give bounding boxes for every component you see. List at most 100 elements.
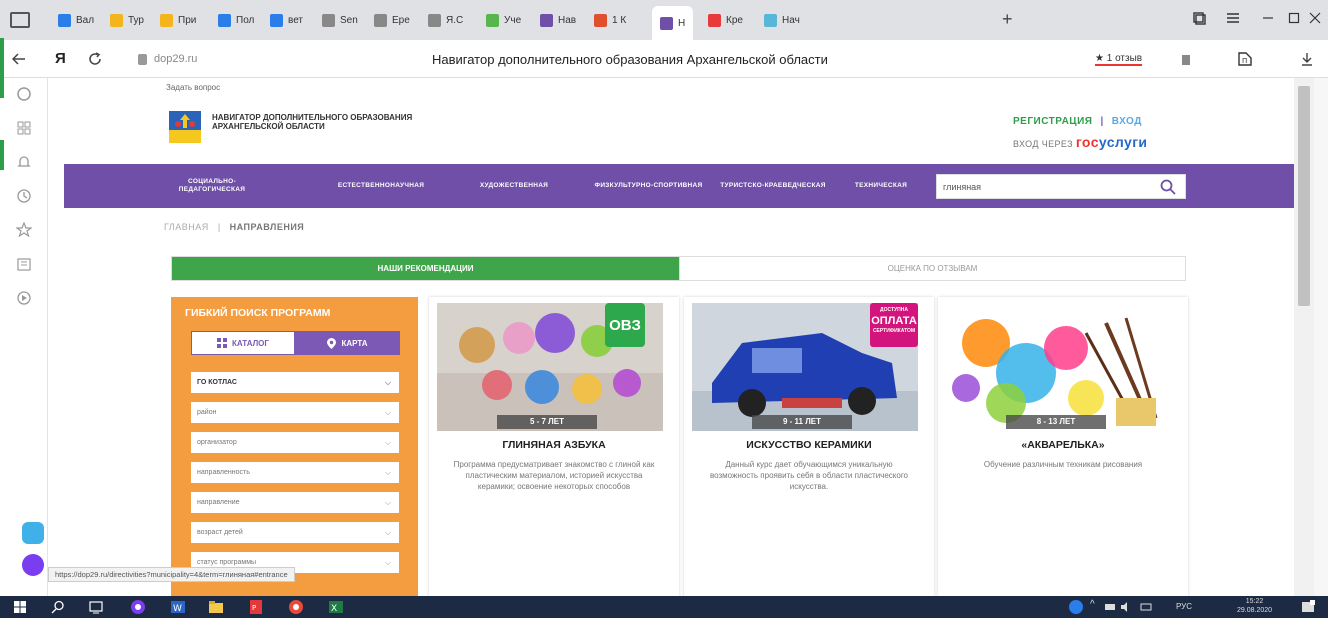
ask-question-link[interactable]: Задать вопрос [166, 83, 220, 92]
collections-icon[interactable] [1192, 11, 1206, 25]
back-icon[interactable] [12, 53, 26, 65]
download-icon[interactable] [1300, 52, 1314, 66]
search-icon[interactable] [50, 599, 66, 615]
search-input[interactable]: глиняная [943, 182, 981, 192]
browser-tab[interactable]: вет [270, 8, 303, 32]
filter-title: ГИБКИЙ ПОИСК ПРОГРАММ [185, 307, 331, 319]
menu-art[interactable]: ХУДОЖЕСТВЕННАЯ [452, 164, 576, 208]
map-button[interactable]: КАРТА [295, 331, 400, 355]
maximize-icon[interactable] [1288, 12, 1300, 24]
language-indicator[interactable]: РУС [1176, 602, 1192, 611]
word-app-icon[interactable]: W [170, 599, 186, 615]
browser-tab[interactable]: При [160, 8, 196, 32]
browser-tab[interactable]: Ере [374, 8, 410, 32]
zen-icon[interactable] [16, 290, 32, 306]
url-field[interactable]: dop29.ru [154, 53, 197, 65]
breadcrumb: ГЛАВНАЯ | НАПРАВЛЕНИЯ [164, 222, 304, 232]
program-card[interactable]: ДОСТУПНА ОПЛАТА СЕРТИФИКАТОМ 9 - 11 ЛЕТ … [684, 297, 934, 596]
tab-favicon-icon [218, 13, 231, 27]
select-focus[interactable]: направленность ⌵ [191, 462, 399, 483]
select-organizer[interactable]: организатор ⌵ [191, 432, 399, 453]
login-link[interactable]: ВХОД [1112, 116, 1142, 127]
select-age[interactable]: возраст детей ⌵ [191, 522, 399, 543]
tab-favicon-icon [708, 13, 721, 27]
program-title[interactable]: «АКВАРЕЛЬКА» [938, 439, 1188, 451]
reload-icon[interactable] [88, 52, 102, 66]
protect-icon[interactable]: П [1236, 50, 1254, 68]
file-explorer-icon[interactable] [208, 599, 224, 615]
bell-icon[interactable] [16, 154, 32, 170]
register-link[interactable]: РЕГИСТРАЦИЯ [1013, 116, 1092, 127]
close-icon[interactable] [1309, 12, 1321, 24]
browser-tab[interactable]: 1 К [594, 8, 626, 32]
menu-sport[interactable]: ФИЗКУЛЬТУРНО-СПОРТИВНАЯ [591, 164, 706, 208]
yandex-browser-icon[interactable] [288, 599, 304, 615]
region-emblem-logo[interactable] [168, 110, 202, 144]
menu-icon[interactable] [1226, 12, 1240, 24]
breadcrumb-separator: | [217, 222, 221, 232]
catalog-button[interactable]: КАТАЛОГ [191, 331, 295, 355]
alice-taskbar-icon[interactable] [130, 599, 146, 615]
map-pin-icon [327, 337, 337, 349]
browser-tab[interactable]: Пол [218, 8, 254, 32]
excel-app-icon[interactable]: X [328, 599, 344, 615]
program-title[interactable]: ИСКУССТВО КЕРАМИКИ [684, 439, 934, 451]
browser-tab[interactable]: Кре [708, 8, 743, 32]
menu-social[interactable]: СОЦИАЛЬНО-ПЕДАГОГИЧЕСКАЯ [164, 164, 260, 208]
yandex-home-icon[interactable]: Я [55, 50, 66, 67]
services-grid-icon[interactable] [16, 120, 32, 136]
gosuslugi-login[interactable]: ВХОД ЧЕРЕЗ госуслуги [1013, 134, 1147, 150]
alice-app-icon[interactable] [22, 554, 44, 576]
browser-tab[interactable]: Тур [110, 8, 144, 32]
notifications-icon[interactable] [1300, 599, 1316, 615]
bookmark-icon[interactable] [1180, 54, 1192, 66]
collections-side-icon[interactable] [16, 256, 32, 272]
tab-label: Вал [76, 14, 95, 26]
tab-list-icon[interactable] [10, 12, 30, 28]
program-title[interactable]: ГЛИНЯНАЯ АЗБУКА [429, 439, 679, 451]
reviews-link[interactable]: ★ 1 отзыв [1095, 53, 1143, 66]
weather-icon[interactable] [1068, 599, 1084, 615]
new-tab-button[interactable]: + [1002, 9, 1013, 30]
tab-recommendations[interactable]: НАШИ РЕКОМЕНДАЦИИ [172, 257, 679, 280]
scrollbar-thumb[interactable] [1298, 86, 1310, 306]
minimize-icon[interactable] [1262, 12, 1274, 24]
favorites-icon[interactable] [16, 222, 32, 238]
browser-tab[interactable]: Уче [486, 8, 521, 32]
menu-technical[interactable]: ТЕХНИЧЕСКАЯ [836, 164, 926, 208]
menu-science[interactable]: ЕСТЕСТВЕННОНАУЧНАЯ [316, 164, 446, 208]
program-card[interactable]: 8 - 13 ЛЕТ «АКВАРЕЛЬКА» Обучение различн… [938, 297, 1188, 596]
menu-tourism[interactable]: ТУРИСТСКО-КРАЕВЕДЧЕСКАЯ [718, 164, 828, 208]
select-direction[interactable]: направление ⌵ [191, 492, 399, 513]
select-municipality[interactable]: ГО КОТЛАС ⌵ [191, 372, 399, 393]
task-view-icon[interactable] [88, 599, 104, 615]
tab-label: Я.С [446, 14, 464, 26]
pdf-app-icon[interactable]: P [248, 599, 264, 615]
search-icon[interactable] [1159, 178, 1177, 196]
browser-tab[interactable]: Вал [58, 8, 94, 32]
keyboard-icon[interactable] [1140, 601, 1152, 613]
browser-tab[interactable]: Я.С [428, 8, 463, 32]
alice-icon[interactable] [16, 86, 32, 102]
program-card[interactable]: ОВЗ 5 - 7 ЛЕТ ГЛИНЯНАЯ АЗБУКА Программа … [429, 297, 679, 596]
breadcrumb-current: НАПРАВЛЕНИЯ [229, 222, 305, 232]
clock[interactable]: 15:22 29.08.2020 [1237, 597, 1272, 615]
browser-tab[interactable]: Нав [540, 8, 576, 32]
browser-tab[interactable]: Sen [322, 8, 358, 32]
select-district[interactable]: район ⌵ [191, 402, 399, 423]
browser-tab[interactable]: Н [652, 6, 694, 40]
tab-label: Ере [392, 14, 410, 26]
browser-tab[interactable]: Нач [764, 8, 800, 32]
messenger-app-icon[interactable] [22, 522, 44, 544]
breadcrumb-home[interactable]: ГЛАВНАЯ [164, 222, 209, 232]
network-icon[interactable] [1104, 601, 1116, 613]
tab-rating[interactable]: ОЦЕНКА ПО ОТЗЫВАМ [679, 257, 1185, 280]
page-scrollbar[interactable] [1294, 78, 1314, 596]
tray-chevron-icon[interactable]: ^ [1090, 599, 1095, 610]
windows-start-icon[interactable] [12, 599, 28, 615]
select-program-status-value: статус программы [197, 559, 257, 566]
logo-text[interactable]: НАВИГАТОР ДОПОЛНИТЕЛЬНОГО ОБРАЗОВАНИЯ АР… [212, 113, 432, 131]
search-box[interactable]: глиняная [936, 174, 1186, 199]
history-icon[interactable] [16, 188, 32, 204]
volume-icon[interactable] [1120, 601, 1132, 613]
